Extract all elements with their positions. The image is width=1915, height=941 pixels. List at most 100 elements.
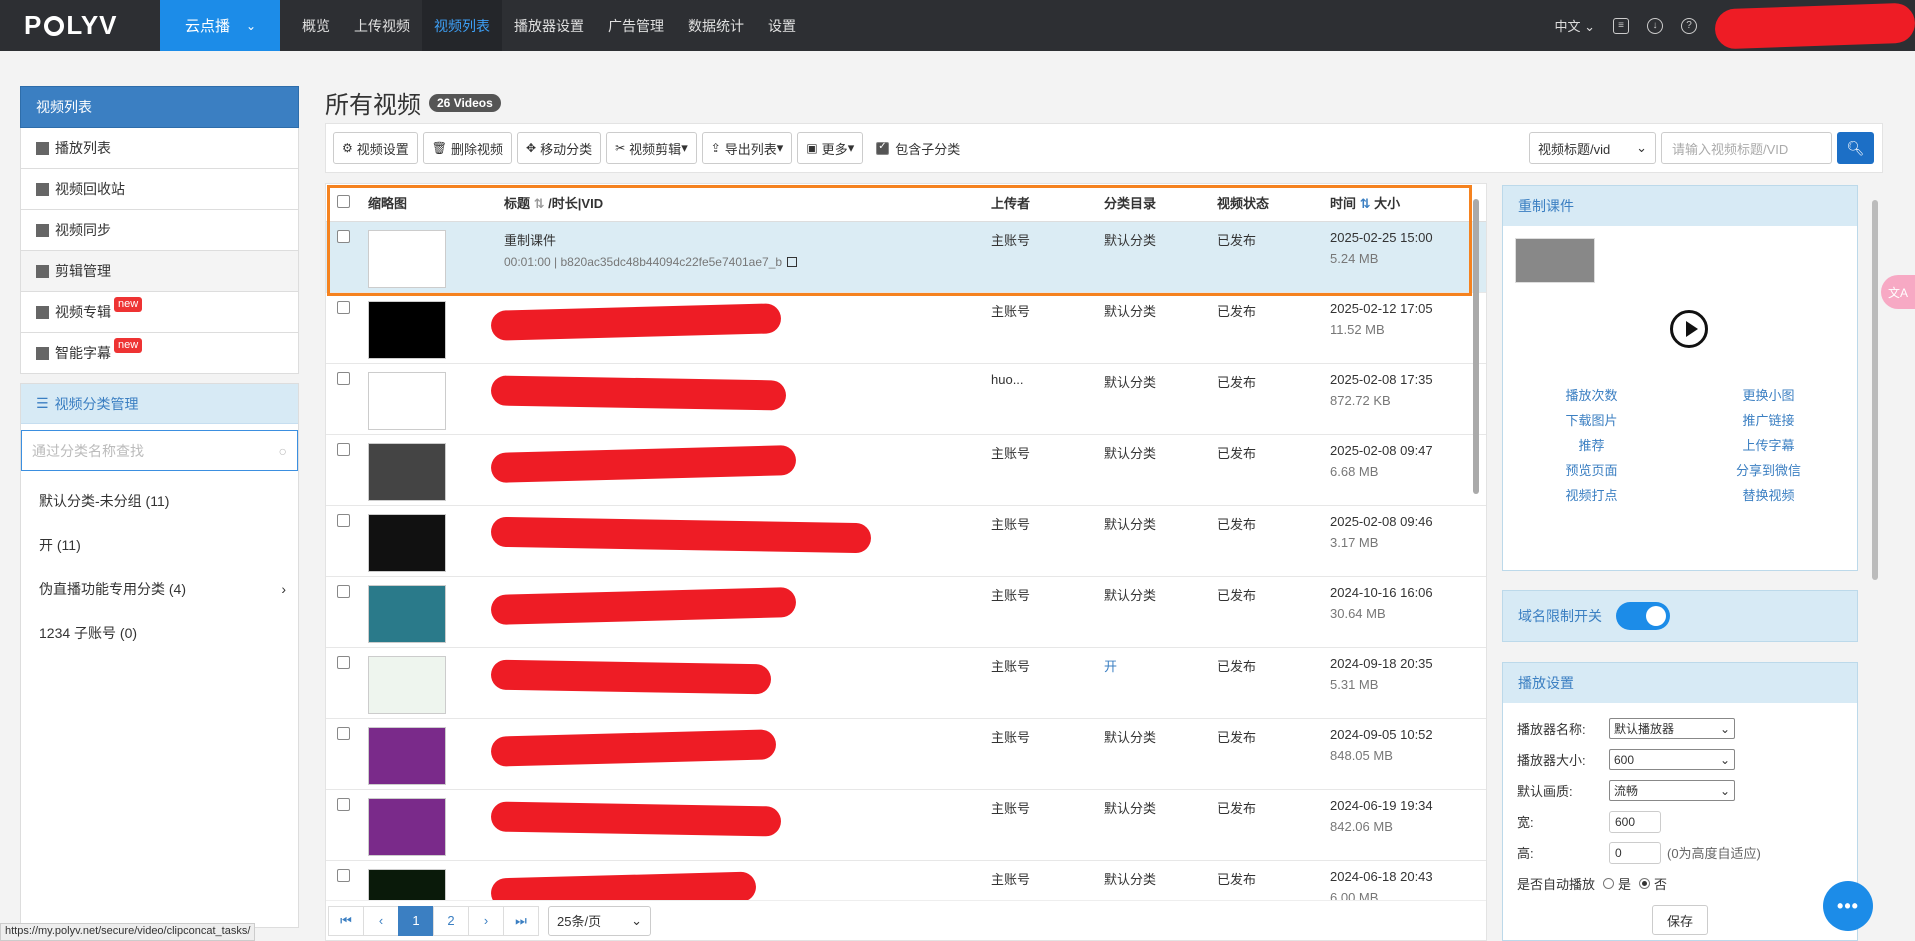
first-page-button[interactable]: ⏮ — [328, 905, 364, 936]
page-size-select[interactable]: 25条/页 ⌄ — [548, 905, 651, 936]
move-category-button[interactable]: ✥ 移动分类 — [517, 132, 602, 164]
video-settings-button[interactable]: ⚙ 视频设置 — [333, 132, 418, 164]
nav-item-6[interactable]: 设置 — [756, 0, 808, 51]
height-input[interactable]: 0 — [1609, 841, 1661, 864]
table-scroll-thumb[interactable] — [1473, 199, 1479, 494]
detail-action-link[interactable]: 更换小图 — [1680, 385, 1857, 404]
detail-action-link[interactable]: 预览页面 — [1503, 460, 1680, 479]
page-1-button[interactable]: 1 — [398, 905, 434, 936]
help-icon[interactable]: ? — [1681, 17, 1697, 34]
domain-limit-toggle[interactable] — [1616, 602, 1670, 630]
row-checkbox[interactable] — [337, 443, 350, 456]
table-row[interactable]: 主账号 默认分类 已发布 2025-02-08 09:46 3.17 MB — [326, 506, 1486, 577]
save-button[interactable]: 保存 — [1652, 905, 1708, 935]
nav-item-3[interactable]: 播放器设置 — [502, 0, 596, 51]
select-all-checkbox[interactable] — [337, 194, 350, 208]
sidebar-item-0[interactable]: 播放列表 — [20, 128, 299, 169]
header-title[interactable]: 标题 ⇅ /时长|VID — [504, 193, 991, 212]
table-row[interactable]: 主账号 默认分类 已发布 2025-02-12 17:05 11.52 MB — [326, 293, 1486, 364]
sort-desc-icon[interactable]: ⇅ — [1360, 196, 1371, 211]
detail-action-link[interactable]: 视频打点 — [1503, 485, 1680, 504]
copy-icon[interactable] — [787, 257, 798, 267]
row-checkbox[interactable] — [337, 230, 350, 243]
page-scroll-thumb[interactable] — [1872, 200, 1878, 580]
video-preview[interactable] — [1515, 238, 1845, 373]
next-page-button[interactable]: › — [468, 905, 504, 936]
detail-action-link[interactable]: 替换视频 — [1680, 485, 1857, 504]
nav-item-2[interactable]: 视频列表 — [422, 0, 502, 51]
category-item[interactable]: 伪直播功能专用分类 (4) › — [21, 567, 298, 611]
player-name-select[interactable]: 默认播放器 ⌄ — [1609, 718, 1735, 739]
nav-item-5[interactable]: 数据统计 — [676, 0, 756, 51]
category-item[interactable]: 开 (11) — [21, 523, 298, 567]
category-item[interactable]: 1234 子账号 (0) — [21, 611, 298, 655]
video-thumbnail[interactable] — [368, 585, 446, 643]
detail-action-link[interactable]: 推广链接 — [1680, 410, 1857, 429]
table-row[interactable]: huo... 默认分类 已发布 2025-02-08 17:35 872.72 K… — [326, 364, 1486, 435]
video-thumbnail[interactable] — [368, 372, 446, 430]
include-subcategory-checkbox[interactable]: 包含子分类 — [876, 139, 960, 158]
autoplay-no-radio[interactable] — [1639, 878, 1651, 889]
row-checkbox[interactable] — [337, 798, 350, 811]
row-checkbox[interactable] — [337, 727, 350, 740]
more-button[interactable]: ▣ 更多 ▾ — [797, 132, 864, 164]
polyv-logo[interactable]: P LYV — [0, 0, 160, 51]
video-thumbnail[interactable] — [368, 301, 446, 359]
video-clip-button[interactable]: ✂ 视频剪辑 ▾ — [606, 132, 697, 164]
nav-item-0[interactable]: 概览 — [290, 0, 342, 51]
detail-action-link[interactable]: 上传字幕 — [1680, 435, 1857, 454]
sidebar-item-4[interactable]: 视频专辑 new — [20, 292, 299, 333]
table-row[interactable]: 主账号 默认分类 已发布 2024-09-05 10:52 848.05 MB — [326, 719, 1486, 790]
video-title[interactable]: 重制课件 — [504, 230, 991, 249]
play-icon[interactable] — [1670, 310, 1708, 348]
table-row[interactable]: 重制课件 00:01:00 | b820ac35dc48b44094c22fe5… — [326, 222, 1486, 293]
video-thumbnail[interactable] — [368, 230, 446, 288]
last-page-button[interactable]: ⏭ — [503, 905, 539, 936]
chat-button[interactable]: ••• — [1823, 881, 1873, 931]
table-row[interactable]: 主账号 默认分类 已发布 2025-02-08 09:47 6.68 MB — [326, 435, 1486, 506]
header-time[interactable]: 时间 ⇅ 大小 — [1330, 193, 1470, 212]
export-list-button[interactable]: ⇪ 导出列表 ▾ — [701, 132, 793, 164]
autoplay-yes-radio[interactable] — [1603, 878, 1615, 889]
detail-action-link[interactable]: 推荐 — [1503, 435, 1680, 454]
row-checkbox[interactable] — [337, 514, 350, 527]
table-row[interactable]: 主账号 开 已发布 2024-09-18 20:35 5.31 MB — [326, 648, 1486, 719]
row-checkbox[interactable] — [337, 585, 350, 598]
sidebar-item-2[interactable]: 视频同步 — [20, 210, 299, 251]
download-icon[interactable]: ↓ — [1647, 17, 1663, 34]
category-item[interactable]: 默认分类-未分组 (11) — [21, 479, 298, 523]
sidebar-item-video-list[interactable]: 视频列表 — [20, 86, 299, 128]
video-thumbnail[interactable] — [368, 443, 446, 501]
category-search-input[interactable]: 通过分类名称查找 ○ — [21, 430, 298, 471]
video-thumbnail[interactable] — [368, 727, 446, 785]
page-2-button[interactable]: 2 — [433, 905, 469, 936]
nav-item-4[interactable]: 广告管理 — [596, 0, 676, 51]
row-checkbox[interactable] — [337, 301, 350, 314]
delete-video-button[interactable]: 🗑 删除视频 — [422, 132, 513, 164]
sidebar-item-1[interactable]: 视频回收站 — [20, 169, 299, 210]
prev-page-button[interactable]: ‹ — [363, 905, 399, 936]
row-checkbox[interactable] — [337, 869, 350, 882]
table-scrollbar[interactable] — [1471, 194, 1481, 904]
search-type-select[interactable]: 视频标题/vid ⌄ — [1529, 132, 1656, 164]
detail-action-link[interactable]: 播放次数 — [1503, 385, 1680, 404]
search-input[interactable]: 请输入视频标题/VID — [1661, 132, 1832, 164]
language-switcher[interactable]: 中文 ⌄ — [1554, 16, 1595, 35]
redacted-user-menu[interactable] — [1714, 2, 1915, 49]
translate-icon[interactable]: 文A — [1881, 275, 1915, 309]
notes-icon[interactable]: ≡ — [1613, 17, 1629, 34]
row-checkbox[interactable] — [337, 372, 350, 385]
video-thumbnail[interactable] — [368, 514, 446, 572]
detail-action-link[interactable]: 下载图片 — [1503, 410, 1680, 429]
row-checkbox[interactable] — [337, 656, 350, 669]
product-switcher[interactable]: 云点播 ⌄ — [160, 0, 280, 51]
detail-action-link[interactable]: 分享到微信 — [1680, 460, 1857, 479]
table-row[interactable]: 主账号 默认分类 已发布 2024-06-19 19:34 842.06 MB — [326, 790, 1486, 861]
search-button[interactable]: 🔍︎ — [1837, 132, 1874, 164]
video-thumbnail[interactable] — [368, 656, 446, 714]
video-thumbnail[interactable] — [368, 798, 446, 856]
sort-icon[interactable]: ⇅ — [534, 196, 545, 211]
sidebar-item-5[interactable]: 智能字幕 new — [20, 333, 299, 374]
player-size-select[interactable]: 600 ⌄ — [1609, 749, 1735, 770]
nav-item-1[interactable]: 上传视频 — [342, 0, 422, 51]
